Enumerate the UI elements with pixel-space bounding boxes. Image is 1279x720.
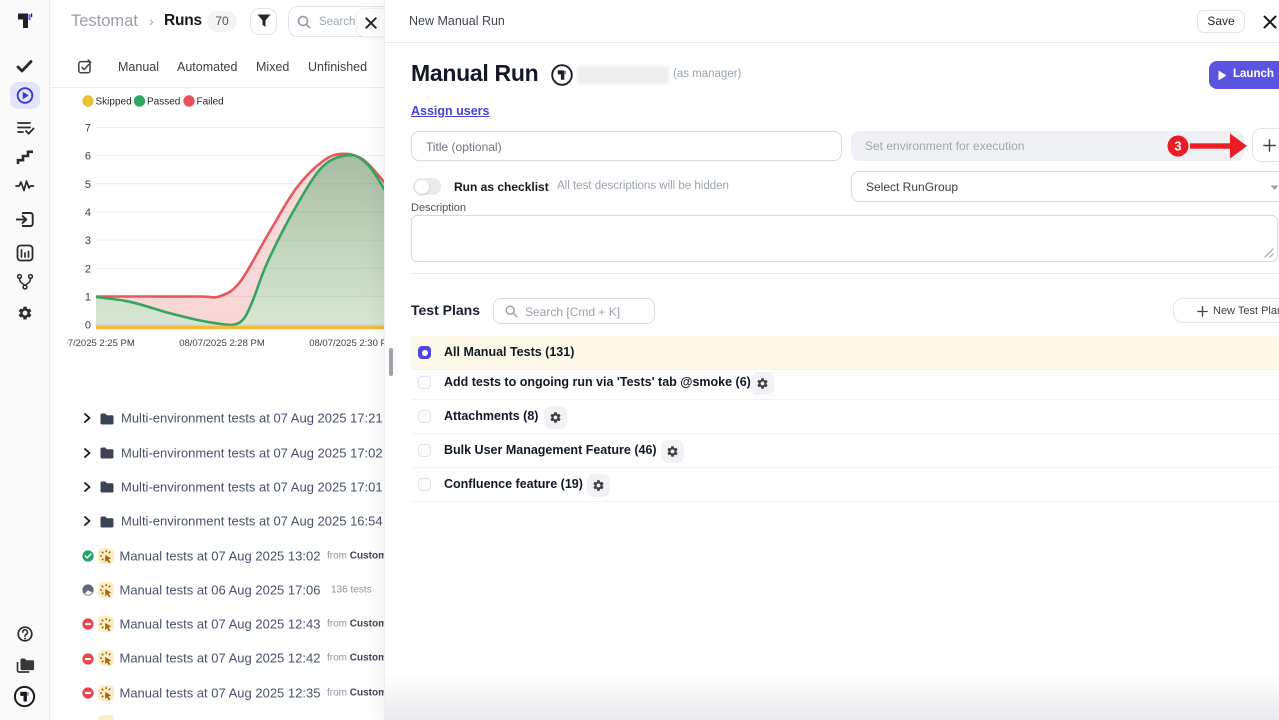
svg-text:7: 7 xyxy=(85,123,91,135)
svg-text:3: 3 xyxy=(85,235,91,247)
svg-text:6: 6 xyxy=(85,151,91,163)
svg-text:2: 2 xyxy=(85,263,91,275)
svg-text:5: 5 xyxy=(85,179,91,191)
svg-text:Skipped: Skipped xyxy=(96,97,132,108)
svg-text:3: 3 xyxy=(1174,139,1181,154)
svg-text:Passed: Passed xyxy=(147,97,180,108)
svg-text:4: 4 xyxy=(85,207,91,219)
svg-text:1: 1 xyxy=(85,291,91,303)
svg-text:0: 0 xyxy=(85,320,91,332)
svg-text:Failed: Failed xyxy=(197,97,224,108)
svg-text:08/07/2025 2:30 PM: 08/07/2025 2:30 PM xyxy=(309,338,390,349)
svg-text:08/07/2025 2:28 PM: 08/07/2025 2:28 PM xyxy=(179,338,265,349)
